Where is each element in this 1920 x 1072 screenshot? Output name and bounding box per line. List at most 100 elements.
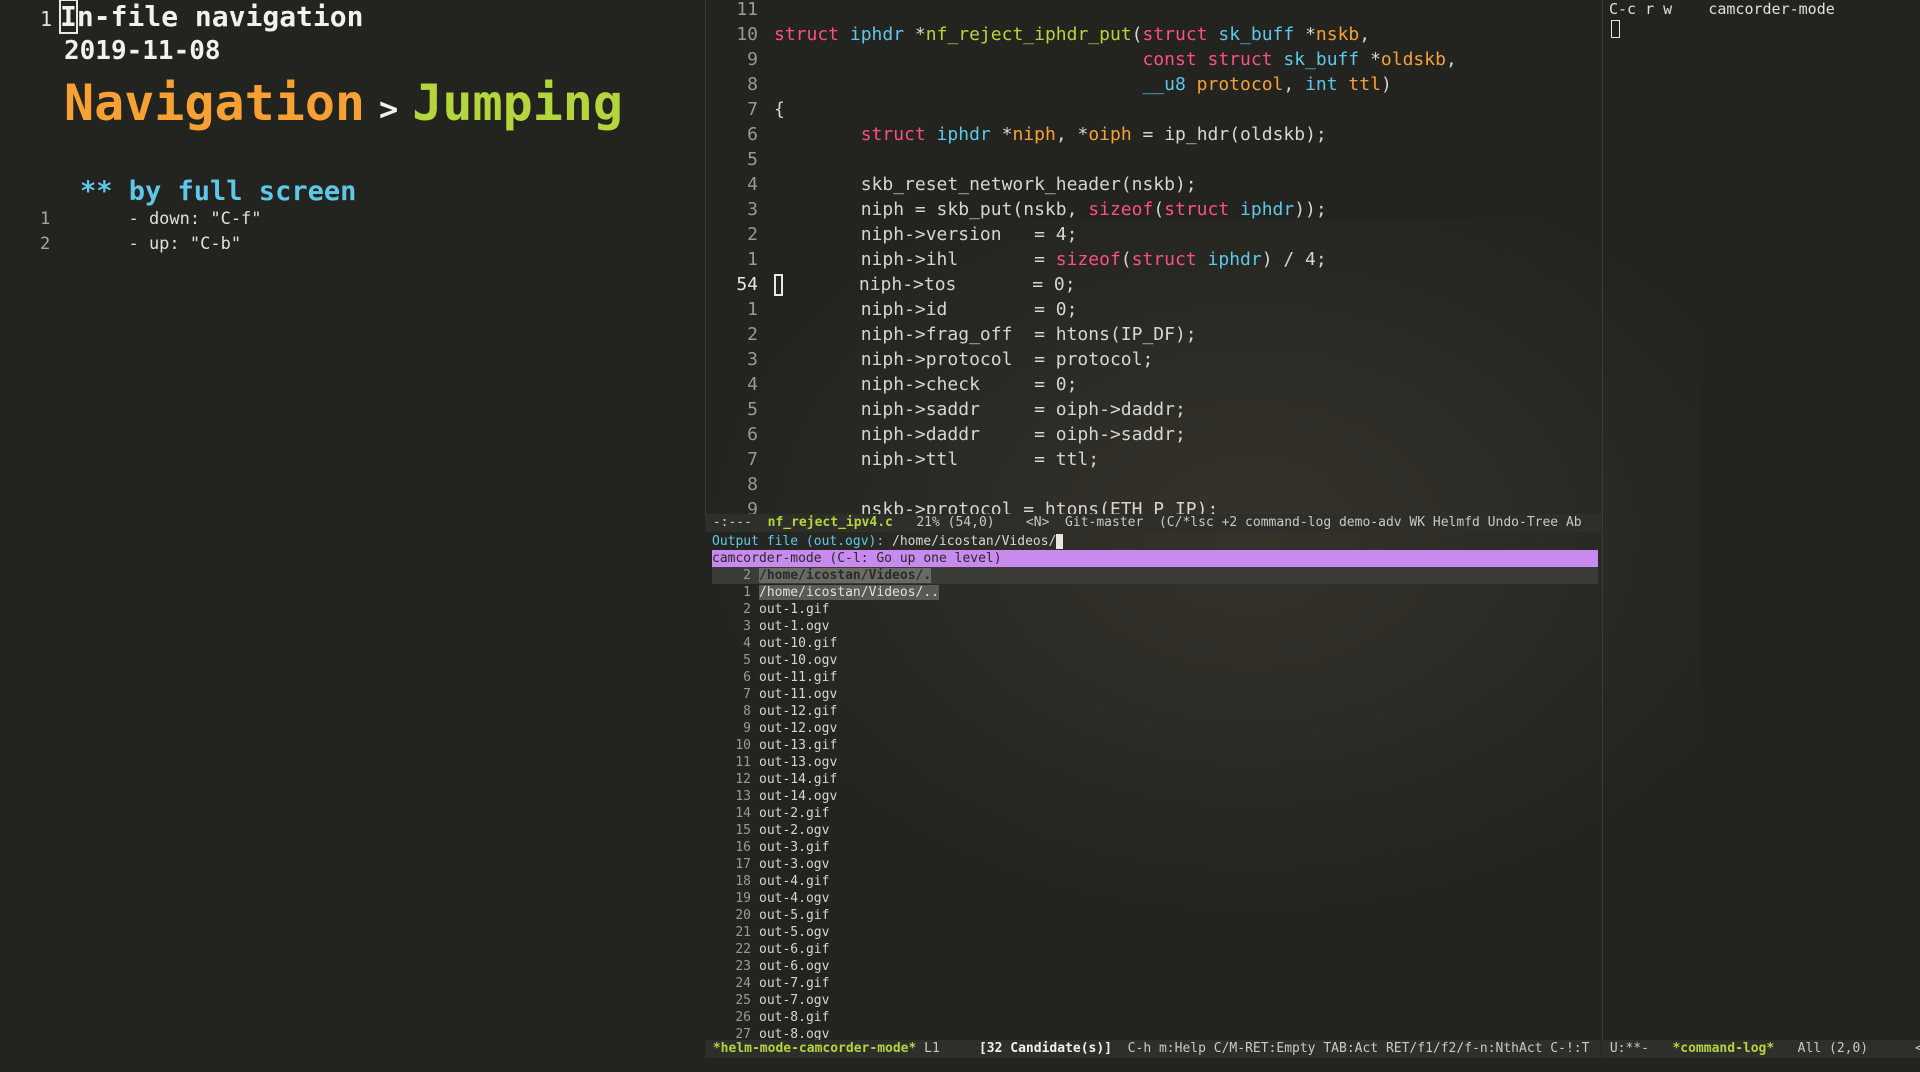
mode-line-info: 21% (54,0) <N> Git-master (C/*lsc +2 com… xyxy=(892,515,1582,530)
mode-line-info: All (2,0) < xyxy=(1774,1041,1920,1056)
helm-candidate[interactable]: 24 out-7.gif xyxy=(712,975,1598,992)
line-number: 1 xyxy=(747,249,758,270)
line-number: 2 xyxy=(40,234,51,254)
helm-candidate[interactable]: 19 out-4.ogv xyxy=(712,890,1598,907)
helm-candidate[interactable]: 12 out-14.gif xyxy=(712,771,1598,788)
code-line[interactable]: 7 niph->ttl = ttl; xyxy=(706,447,1601,472)
candidate-number: 13 xyxy=(735,789,751,804)
helm-candidate[interactable]: 1/home/icostan/Videos/.. xyxy=(712,584,1598,601)
helm-candidate[interactable]: 17 out-3.ogv xyxy=(712,856,1598,873)
helm-candidate[interactable]: 13 out-14.ogv xyxy=(712,788,1598,805)
candidate-text: out-2.ogv xyxy=(759,823,830,838)
helm-candidate[interactable]: 2/home/icostan/Videos/. xyxy=(712,567,1598,584)
helm-candidate[interactable]: 22 out-6.gif xyxy=(712,941,1598,958)
helm-candidate[interactable]: 6 out-11.gif xyxy=(712,669,1598,686)
code-line[interactable]: 3 niph = skb_put(nskb, sizeof(struct iph… xyxy=(706,197,1601,222)
code-text: niph->version = 4; xyxy=(774,224,1078,245)
candidate-text: out-14.gif xyxy=(759,772,838,787)
candidate-text: out-12.ogv xyxy=(759,721,838,736)
code-line[interactable]: 10 struct iphdr *nf_reject_iphdr_put(stru… xyxy=(706,22,1601,47)
candidate-number: 23 xyxy=(735,959,751,974)
code-line[interactable]: 4 niph->check = 0; xyxy=(706,372,1601,397)
candidate-text: out-8.gif xyxy=(759,1010,830,1025)
candidate-text: out-5.ogv xyxy=(759,925,830,940)
code-line[interactable]: 11 xyxy=(706,0,1601,22)
code-line[interactable]: 1 niph->ihl = sizeof(struct iphdr) / 4; xyxy=(706,247,1601,272)
prompt-input[interactable]: /home/icostan/Videos/ xyxy=(892,534,1056,549)
code-line[interactable]: 4 skb_reset_network_header(nskb); xyxy=(706,172,1601,197)
text-cursor: I xyxy=(59,0,78,34)
code-text: __u8 protocol, int ttl) xyxy=(1142,74,1392,95)
helm-candidate[interactable]: 14 out-2.gif xyxy=(712,805,1598,822)
helm-candidate[interactable]: 26 out-8.gif xyxy=(712,1009,1598,1026)
helm-candidate[interactable]: 4 out-10.gif xyxy=(712,635,1598,652)
helm-candidate[interactable]: 23 out-6.ogv xyxy=(712,958,1598,975)
code-text: { xyxy=(774,99,785,120)
helm-candidate[interactable]: 11 out-13.ogv xyxy=(712,754,1598,771)
code-line[interactable]: 9 nskb->protocol = htons(ETH_P_IP); xyxy=(706,497,1601,515)
helm-candidate[interactable]: 8 out-12.gif xyxy=(712,703,1598,720)
candidate-number: 3 xyxy=(743,619,751,634)
helm-source-header: camcorder-mode (C-l: Go up one level) xyxy=(712,550,1598,567)
mode-line-command-log: U:**- *command-log* All (2,0) < xyxy=(1602,1040,1920,1058)
code-text: niph->ttl = ttl; xyxy=(774,449,1100,470)
line-number: 1 xyxy=(40,209,51,229)
line-number: 3 xyxy=(747,349,758,370)
helm-candidate[interactable]: 21 out-5.ogv xyxy=(712,924,1598,941)
line-number: 2 xyxy=(747,224,758,245)
code-line[interactable]: 3 niph->protocol = protocol; xyxy=(706,347,1601,372)
code-line[interactable]: 54 niph->tos = 0; xyxy=(706,272,1601,297)
list-item-text: - up: "C-b" xyxy=(108,234,242,254)
code-text: niph->saddr = oiph->daddr; xyxy=(774,399,1186,420)
candidate-number: 9 xyxy=(743,721,751,736)
helm-candidate[interactable]: 5 out-10.ogv xyxy=(712,652,1598,669)
helm-completion[interactable]: Output file (out.ogv): /home/icostan/Vid… xyxy=(705,533,1601,1040)
code-line[interactable]: 1 niph->id = 0; xyxy=(706,297,1601,322)
code-line[interactable]: 6 struct iphdr *niph, *oiph = ip_hdr(old… xyxy=(706,122,1601,147)
helm-candidate[interactable]: 25 out-7.ogv xyxy=(712,992,1598,1009)
code-text: const struct sk_buff *oldskb, xyxy=(1142,49,1457,70)
mode-line-status: -:--- xyxy=(705,515,768,530)
org-buffer-pane[interactable]: 1 In-file navigation 2019-11-08 Navigatio… xyxy=(0,0,705,1072)
command-log-pane[interactable]: C-c r w camcorder-mode xyxy=(1602,0,1920,1040)
code-line[interactable]: 6 niph->daddr = oiph->saddr; xyxy=(706,422,1601,447)
line-number: 10 xyxy=(736,24,758,45)
code-line[interactable]: 5 xyxy=(706,147,1601,172)
helm-candidate[interactable]: 10 out-13.gif xyxy=(712,737,1598,754)
helm-candidate[interactable]: 27 out-8.ogv xyxy=(712,1026,1598,1040)
helm-prompt[interactable]: Output file (out.ogv): /home/icostan/Vid… xyxy=(712,533,1064,550)
code-editor-pane[interactable]: 11 10 struct iphdr *nf_reject_iphdr_put(st… xyxy=(705,0,1601,515)
line-number: 2 xyxy=(747,324,758,345)
helm-candidate[interactable]: 18 out-4.gif xyxy=(712,873,1598,890)
code-line[interactable]: 5 niph->saddr = oiph->daddr; xyxy=(706,397,1601,422)
helm-candidate[interactable]: 20 out-5.gif xyxy=(712,907,1598,924)
code-line[interactable]: 8 xyxy=(706,472,1601,497)
candidate-text: out-6.gif xyxy=(759,942,830,957)
candidate-text: out-11.gif xyxy=(759,670,838,685)
candidate-text: out-1.ogv xyxy=(759,619,830,634)
code-line[interactable]: 8 __u8 protocol, int ttl) xyxy=(706,72,1601,97)
code-line[interactable]: 2 niph->version = 4; xyxy=(706,222,1601,247)
helm-candidate[interactable]: 15 out-2.ogv xyxy=(712,822,1598,839)
candidate-text: /home/icostan/Videos/. xyxy=(759,568,932,583)
code-line[interactable]: 9 const struct sk_buff *oldskb, xyxy=(706,47,1601,72)
candidate-number: 27 xyxy=(735,1027,751,1040)
mode-line-status: U:**- xyxy=(1602,1041,1673,1056)
text-cursor xyxy=(1611,20,1620,38)
candidate-number: 11 xyxy=(735,755,751,770)
line-number: 7 xyxy=(747,99,758,120)
mode-line-buffer-name: *command-log* xyxy=(1672,1041,1775,1056)
helm-candidate[interactable]: 2 out-1.gif xyxy=(712,601,1598,618)
helm-candidate[interactable]: 16 out-3.gif xyxy=(712,839,1598,856)
code-text: struct iphdr *niph, *oiph = ip_hdr(oldsk… xyxy=(860,124,1327,145)
code-line[interactable]: 2 niph->frag_off = htons(IP_DF); xyxy=(706,322,1601,347)
code-line[interactable]: 7{ xyxy=(706,97,1601,122)
candidate-number: 10 xyxy=(735,738,751,753)
helm-candidate[interactable]: 7 out-11.ogv xyxy=(712,686,1598,703)
line-number: 3 xyxy=(747,199,758,220)
candidate-text: out-4.gif xyxy=(759,874,830,889)
line-number: 1 xyxy=(40,7,53,31)
helm-candidate[interactable]: 9 out-12.ogv xyxy=(712,720,1598,737)
helm-candidate[interactable]: 3 out-1.ogv xyxy=(712,618,1598,635)
candidate-text: out-6.ogv xyxy=(759,959,830,974)
